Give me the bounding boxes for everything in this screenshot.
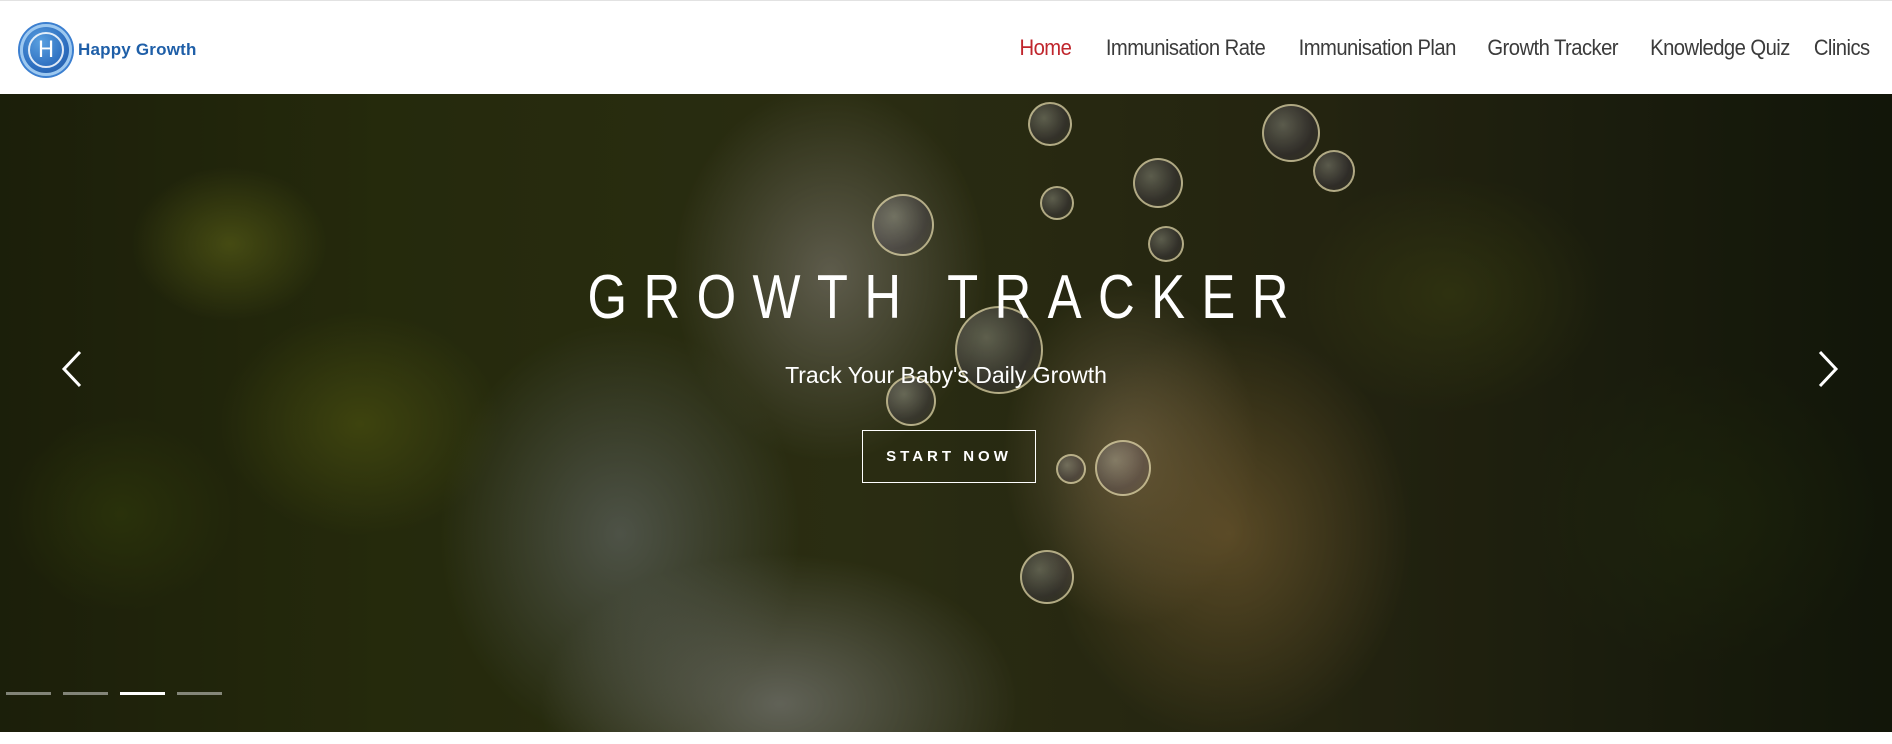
logo-badge-icon: H: [20, 24, 72, 76]
main-nav: Home Immunisation Rate Immunisation Plan…: [995, 1, 1871, 95]
nav-item-knowledge-quiz[interactable]: Knowledge Quiz: [1650, 35, 1790, 61]
site-header: H Happy Growth Home Immunisation Rate Im…: [0, 0, 1892, 94]
hero-title: GROWTH TRACKER: [587, 263, 1305, 332]
hero-content: GROWTH TRACKER Track Your Baby's Daily G…: [0, 94, 1892, 732]
start-now-button[interactable]: START NOW: [862, 430, 1036, 483]
brand-logo[interactable]: H Happy Growth: [20, 23, 197, 77]
brand-name: Happy Growth: [78, 40, 197, 59]
nav-item-clinics[interactable]: Clinics: [1814, 35, 1870, 61]
logo-letter: H: [37, 37, 55, 63]
hero-carousel: GROWTH TRACKER Track Your Baby's Daily G…: [0, 94, 1892, 732]
chevron-right-icon[interactable]: [1812, 346, 1842, 392]
hero-subtitle: Track Your Baby's Daily Growth: [785, 362, 1107, 388]
carousel-indicator-4[interactable]: [177, 692, 222, 695]
nav-item-immunisation-plan[interactable]: Immunisation Plan: [1298, 35, 1456, 61]
nav-item-immunisation-rate[interactable]: Immunisation Rate: [1105, 35, 1265, 61]
nav-item-home[interactable]: Home: [1020, 35, 1072, 61]
chevron-left-icon[interactable]: [58, 346, 88, 392]
carousel-indicator-1[interactable]: [6, 692, 51, 695]
carousel-indicator-2[interactable]: [63, 692, 108, 695]
carousel-indicator-3[interactable]: [120, 692, 165, 695]
carousel-indicators: [6, 692, 234, 695]
nav-item-growth-tracker[interactable]: Growth Tracker: [1487, 35, 1618, 61]
